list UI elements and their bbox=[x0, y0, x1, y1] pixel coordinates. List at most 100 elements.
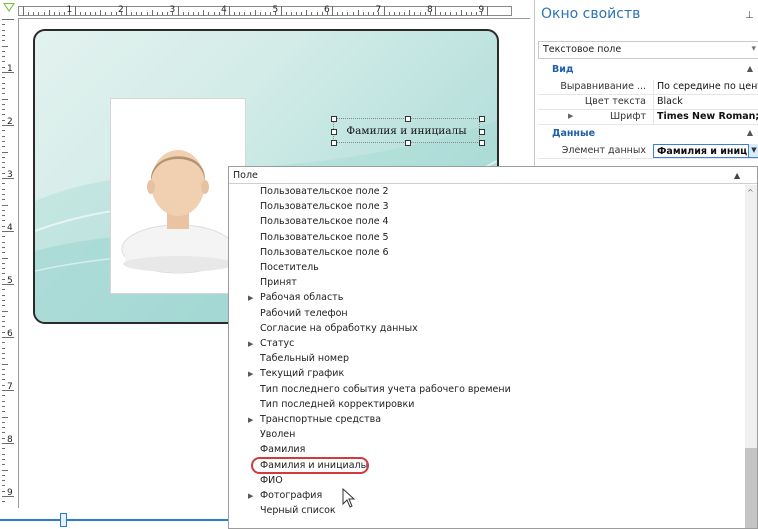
ruler-tick bbox=[2, 45, 8, 47]
ruler-tick bbox=[2, 395, 5, 397]
photo-placeholder[interactable] bbox=[111, 99, 245, 293]
list-item[interactable]: Пользовательское поле 6 bbox=[229, 246, 743, 261]
property-row-data-element[interactable]: Элемент данных Фамилия и иниц... ▼ bbox=[538, 144, 758, 159]
ruler-tick bbox=[203, 10, 205, 16]
collapse-icon[interactable]: ▲ bbox=[747, 128, 753, 137]
list-item[interactable]: Тип последнего события учета рабочего вр… bbox=[229, 383, 743, 398]
ruler-tick bbox=[43, 12, 45, 15]
resize-handle-s[interactable] bbox=[405, 140, 411, 146]
list-item[interactable]: Пользовательское поле 4 bbox=[229, 215, 743, 230]
ruler-tick bbox=[368, 12, 370, 15]
property-value[interactable]: Black bbox=[653, 95, 758, 109]
object-type-select[interactable]: Текстовое поле ▾ bbox=[538, 41, 758, 59]
ruler-tick bbox=[84, 12, 86, 15]
dropdown-header-label: Поле bbox=[233, 170, 258, 181]
list-item[interactable]: Табельный номер bbox=[229, 352, 743, 367]
field-list: Пользовательское поле 2 Пользовательское … bbox=[229, 185, 745, 528]
ruler-tick bbox=[321, 12, 323, 15]
property-row-alignment[interactable]: Выравнивание ... По середине по центру bbox=[538, 80, 758, 95]
ruler-corner-marker[interactable] bbox=[0, 0, 19, 19]
ruler-tick bbox=[28, 12, 30, 15]
list-item[interactable]: ▶ Рабочая область bbox=[229, 291, 743, 306]
resize-handle-ne[interactable] bbox=[479, 116, 485, 122]
list-item[interactable]: Пользовательское поле 5 bbox=[229, 231, 743, 246]
list-item[interactable]: ▶ Статус bbox=[229, 337, 743, 352]
ruler-tick bbox=[2, 427, 5, 429]
property-value[interactable]: Times New Roman; ... bbox=[653, 110, 758, 124]
list-item[interactable]: Уволен bbox=[229, 428, 743, 443]
resize-handle-n[interactable] bbox=[405, 116, 411, 122]
horizontal-ruler: 1 2 3 4 5 6 7 8 9 bbox=[18, 0, 530, 19]
vertical-scrollbar[interactable]: ^ bbox=[745, 185, 757, 528]
property-value[interactable]: По середине по центру bbox=[653, 80, 758, 94]
ruler-tick bbox=[383, 6, 385, 16]
ruler-tick bbox=[2, 215, 5, 217]
ruler-tick bbox=[2, 204, 8, 206]
expand-arrow-icon[interactable]: ▶ bbox=[248, 416, 253, 424]
ruler-tick bbox=[301, 12, 303, 15]
resize-handle-sw[interactable] bbox=[331, 140, 337, 146]
resize-handle-nw[interactable] bbox=[331, 116, 337, 122]
resize-handle-se[interactable] bbox=[479, 140, 485, 146]
list-item-selected[interactable]: Фамилия и инициалы bbox=[229, 456, 743, 474]
ruler-tick bbox=[2, 453, 5, 455]
resize-handle-e[interactable] bbox=[479, 129, 485, 135]
expand-arrow-icon[interactable]: ▶ bbox=[248, 370, 253, 378]
field-dropdown[interactable]: Поле ▲ Пользовательское поле 2 Пользовате… bbox=[228, 166, 758, 529]
ruler-tick bbox=[156, 12, 158, 15]
property-row-font[interactable]: ▶ Шрифт Times New Roman; ... bbox=[538, 110, 758, 125]
ruler-tick bbox=[115, 12, 117, 15]
name-text-field[interactable]: Фамилия и инициалы bbox=[331, 116, 485, 146]
ruler-tick bbox=[2, 209, 5, 211]
list-item[interactable]: ФИО bbox=[229, 474, 743, 489]
pin-icon[interactable]: ⊥ bbox=[745, 10, 754, 21]
ruler-tick bbox=[151, 10, 153, 16]
category-data[interactable]: Данные ▲ bbox=[538, 127, 758, 142]
scroll-up-icon[interactable]: ^ bbox=[747, 188, 754, 197]
ruler-tick bbox=[244, 12, 246, 15]
list-item[interactable]: Пользовательское поле 3 bbox=[229, 200, 743, 215]
ruler-tick bbox=[2, 225, 5, 227]
ruler-tick bbox=[141, 12, 143, 15]
ruler-tick bbox=[2, 29, 5, 31]
ruler-tick bbox=[2, 93, 5, 95]
list-item[interactable]: Рабочий телефон bbox=[229, 307, 743, 322]
category-view[interactable]: Вид ▲ bbox=[538, 63, 758, 78]
ruler-number: 9 bbox=[7, 488, 13, 498]
ruler-tick bbox=[2, 458, 5, 460]
list-item[interactable]: Посетитель bbox=[229, 261, 743, 276]
property-row-text-color[interactable]: Цвет текста Black bbox=[538, 95, 758, 110]
list-item[interactable]: ▶ Фотография bbox=[229, 489, 743, 504]
list-item[interactable]: Пользовательское поле 2 bbox=[229, 185, 743, 200]
expand-arrow-icon[interactable]: ▶ bbox=[248, 294, 253, 302]
list-item[interactable]: ▶ Текущий график bbox=[229, 367, 743, 382]
ruler-tick bbox=[357, 10, 359, 16]
zoom-slider-thumb[interactable] bbox=[60, 513, 67, 527]
property-name: Выравнивание ... bbox=[560, 81, 646, 92]
category-label: Данные bbox=[552, 128, 596, 139]
list-item[interactable]: Тип последней корректировки bbox=[229, 398, 743, 413]
resize-handle-w[interactable] bbox=[331, 129, 337, 135]
list-item[interactable]: Согласие на обработку данных bbox=[229, 322, 743, 337]
ruler-tick bbox=[2, 252, 5, 254]
ruler-tick bbox=[352, 12, 354, 15]
ruler-number: 7 bbox=[375, 5, 382, 15]
ruler-tick bbox=[162, 12, 164, 15]
data-element-value[interactable]: Фамилия и иниц... bbox=[653, 144, 758, 158]
scrollbar-thumb[interactable] bbox=[745, 448, 757, 528]
collapse-icon[interactable]: ▲ bbox=[747, 64, 753, 73]
ruler-tick bbox=[2, 140, 5, 142]
expand-arrow-icon[interactable]: ▶ bbox=[248, 492, 253, 500]
list-item[interactable]: Черный список bbox=[229, 504, 743, 519]
list-item[interactable]: Принят bbox=[229, 276, 743, 291]
ruler-tick bbox=[455, 12, 457, 15]
ruler-number: 2 bbox=[7, 117, 13, 127]
ruler-number: 3 bbox=[169, 5, 176, 15]
ruler-tick bbox=[450, 12, 452, 15]
collapse-icon[interactable]: ▲ bbox=[734, 171, 740, 180]
ruler-tick bbox=[198, 12, 200, 15]
ruler-tick bbox=[2, 352, 5, 354]
chevron-down-icon[interactable]: ▼ bbox=[748, 144, 758, 157]
expand-arrow-icon[interactable]: ▶ bbox=[248, 340, 253, 348]
list-item[interactable]: ▶ Транспортные средства bbox=[229, 413, 743, 428]
